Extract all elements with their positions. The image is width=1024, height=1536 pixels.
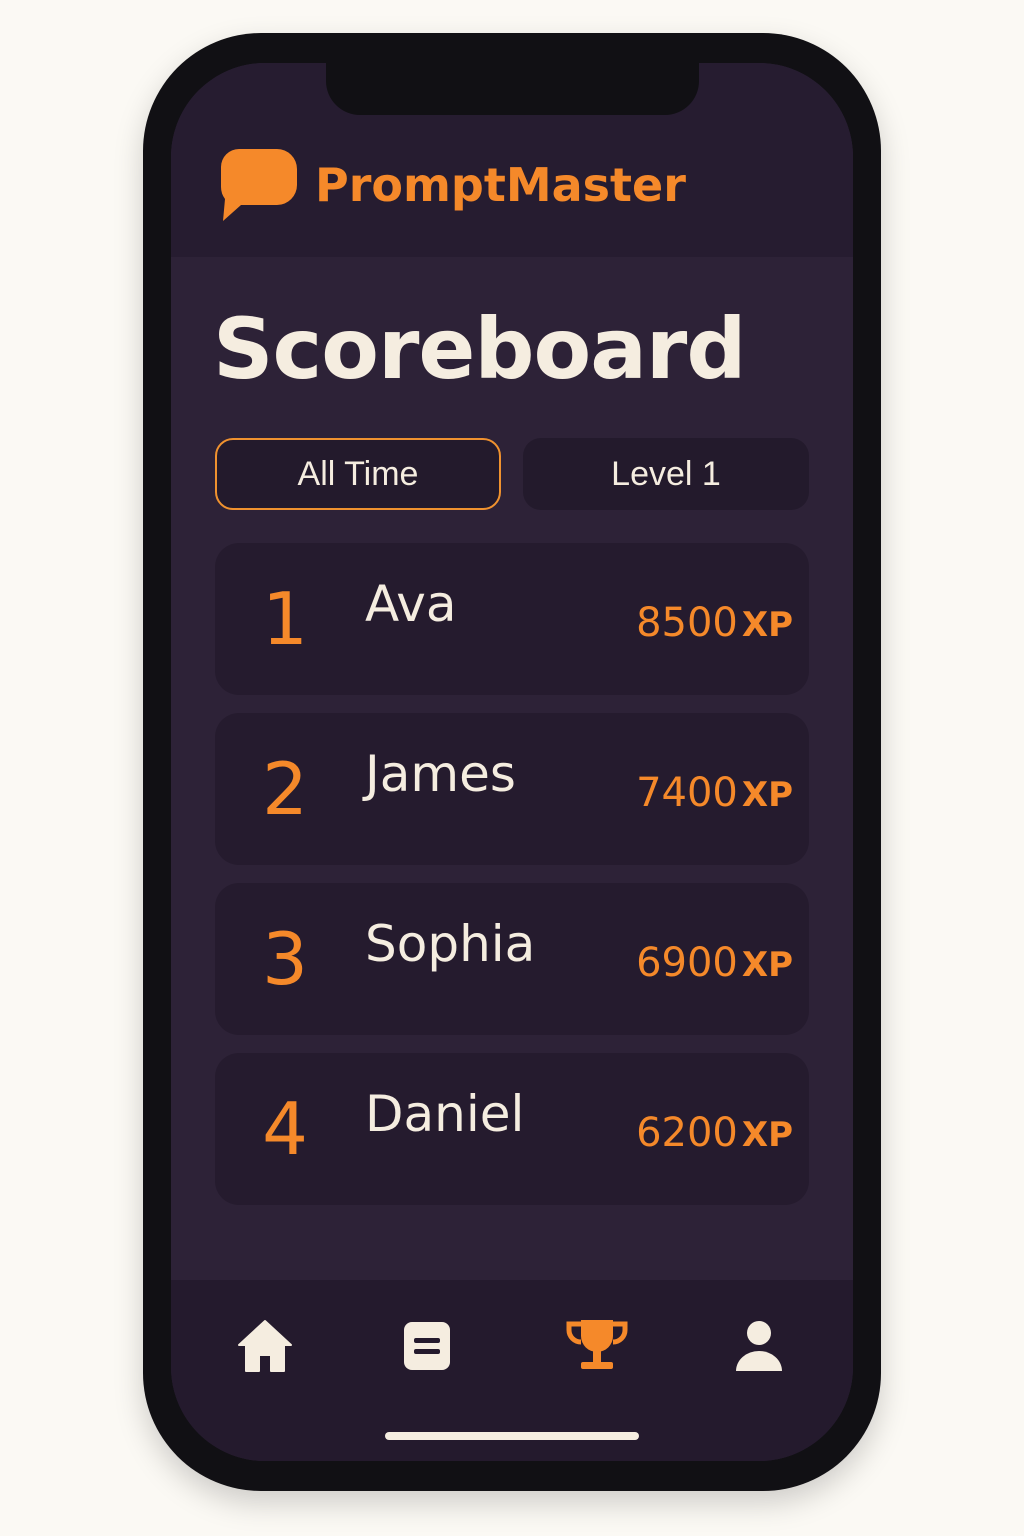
- page-title: Scoreboard: [213, 300, 746, 398]
- player-score: 7400 XP: [636, 773, 793, 813]
- home-indicator[interactable]: [385, 1432, 639, 1440]
- nav-profile[interactable]: [723, 1310, 795, 1382]
- leaderboard-row[interactable]: 2 James 7400 XP: [215, 713, 809, 865]
- nav-scoreboard[interactable]: [561, 1310, 633, 1382]
- rank-number: 4: [262, 1087, 308, 1171]
- profile-icon: [736, 1321, 782, 1371]
- score-unit: XP: [741, 605, 793, 645]
- player-name: Ava: [365, 575, 457, 633]
- leaderboard-row[interactable]: 1 Ava 8500 XP: [215, 543, 809, 695]
- player-name: Sophia: [365, 915, 536, 973]
- leaderboard-row[interactable]: 3 Sophia 6900 XP: [215, 883, 809, 1035]
- tab-all-time[interactable]: All Time: [215, 438, 501, 510]
- phone-notch: [326, 63, 699, 115]
- rank-number: 3: [262, 917, 308, 1001]
- nav-home[interactable]: [229, 1310, 301, 1382]
- player-score: 6200 XP: [636, 1113, 793, 1153]
- trophy-icon: [566, 1320, 628, 1369]
- leaderboard-list: 1 Ava 8500 XP 2 James 7400 XP 3 Sophia 6…: [215, 543, 809, 1223]
- score-value: 8500: [636, 600, 738, 646]
- rank-number: 2: [262, 747, 308, 831]
- score-unit: XP: [741, 1115, 793, 1155]
- app-screen: PromptMaster Scoreboard All Time Level 1…: [171, 63, 853, 1461]
- rank-number: 1: [262, 577, 308, 661]
- score-unit: XP: [741, 775, 793, 815]
- nav-documents[interactable]: [391, 1310, 463, 1382]
- player-name: Daniel: [365, 1085, 525, 1143]
- speech-bubble-icon: [221, 149, 297, 221]
- document-icon: [404, 1322, 450, 1370]
- score-value: 6900: [636, 940, 738, 986]
- leaderboard-row[interactable]: 4 Daniel 6200 XP: [215, 1053, 809, 1205]
- filter-tabs: All Time Level 1: [215, 438, 809, 510]
- bottom-nav: [171, 1280, 853, 1461]
- brand[interactable]: PromptMaster: [219, 147, 686, 223]
- player-name: James: [365, 745, 516, 803]
- tab-level-1[interactable]: Level 1: [523, 438, 809, 510]
- score-unit: XP: [741, 945, 793, 985]
- player-score: 6900 XP: [636, 943, 793, 983]
- score-value: 7400: [636, 770, 738, 816]
- home-icon: [238, 1320, 292, 1372]
- phone-frame: PromptMaster Scoreboard All Time Level 1…: [143, 33, 881, 1491]
- app-name: PromptMaster: [315, 158, 686, 212]
- score-value: 6200: [636, 1110, 738, 1156]
- player-score: 8500 XP: [636, 603, 793, 643]
